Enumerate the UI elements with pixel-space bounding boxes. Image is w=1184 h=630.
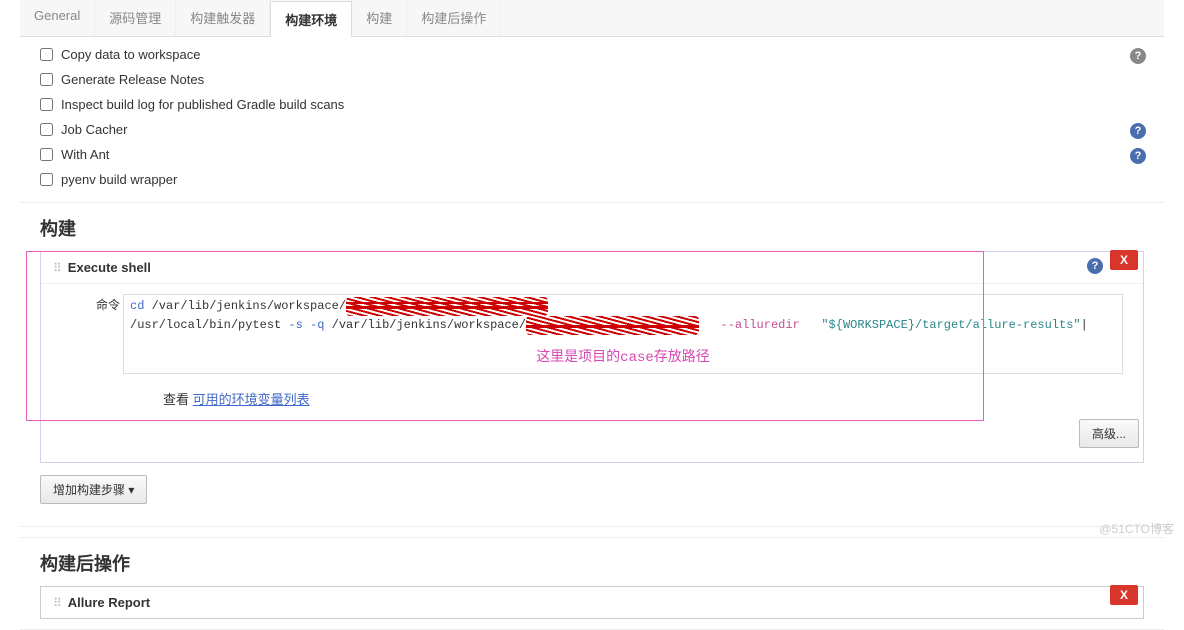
view-label: 查看 [163,392,189,407]
copy-workspace-label: Copy data to workspace [61,47,200,62]
tab-scm[interactable]: 源码管理 [95,0,176,36]
postbuild-section-title: 构建后操作 [20,538,1164,584]
with-ant-checkbox[interactable] [40,148,53,161]
job-cacher-label: Job Cacher [61,122,127,137]
tab-general[interactable]: General [20,0,95,36]
release-notes-label: Generate Release Notes [61,72,204,87]
release-notes-checkbox[interactable] [40,73,53,86]
drag-handle-icon[interactable]: ⠿ [53,261,60,275]
env-vars-link[interactable]: 可用的环境变量列表 [193,392,310,407]
config-tabs: General 源码管理 构建触发器 构建环境 构建 构建后操作 [20,0,1164,37]
watermark: @51CTO博客 [1099,520,1174,537]
build-section-title: 构建 [20,203,1164,249]
command-label: 命令 [96,296,120,313]
pyenv-wrapper-label: pyenv build wrapper [61,172,177,187]
gradle-scan-label: Inspect build log for published Gradle b… [61,97,344,112]
with-ant-label: With Ant [61,147,109,162]
execute-shell-title: Execute shell [68,260,151,275]
allure-title: Allure Report [68,595,150,610]
job-cacher-checkbox[interactable] [40,123,53,136]
delete-step-button[interactable]: X [1110,250,1138,270]
gradle-scan-checkbox[interactable] [40,98,53,111]
dropdown-caret-icon: ▾ [128,483,134,497]
copy-workspace-checkbox[interactable] [40,48,53,61]
tab-build[interactable]: 构建 [352,0,407,36]
add-build-step-button[interactable]: 增加构建步骤 ▾ [40,475,147,504]
help-icon[interactable]: ? [1130,48,1146,64]
tab-postbuild[interactable]: 构建后操作 [407,0,501,36]
annotation-text: 这里是项目的case存放路径 [130,347,1116,369]
help-icon[interactable]: ? [1087,258,1103,274]
help-icon[interactable]: ? [1130,123,1146,139]
tab-build-env[interactable]: 构建环境 [270,1,352,37]
advanced-button[interactable]: 高级... [1079,419,1139,448]
help-icon[interactable]: ? [1130,148,1146,164]
drag-handle-icon[interactable]: ⠿ [53,596,60,610]
delete-allure-button[interactable]: X [1110,585,1138,605]
tab-triggers[interactable]: 构建触发器 [176,0,270,36]
pyenv-wrapper-checkbox[interactable] [40,173,53,186]
shell-command-textarea[interactable]: cd /var/lib/jenkins/workspace/xxxxxxxxxx… [123,294,1123,374]
